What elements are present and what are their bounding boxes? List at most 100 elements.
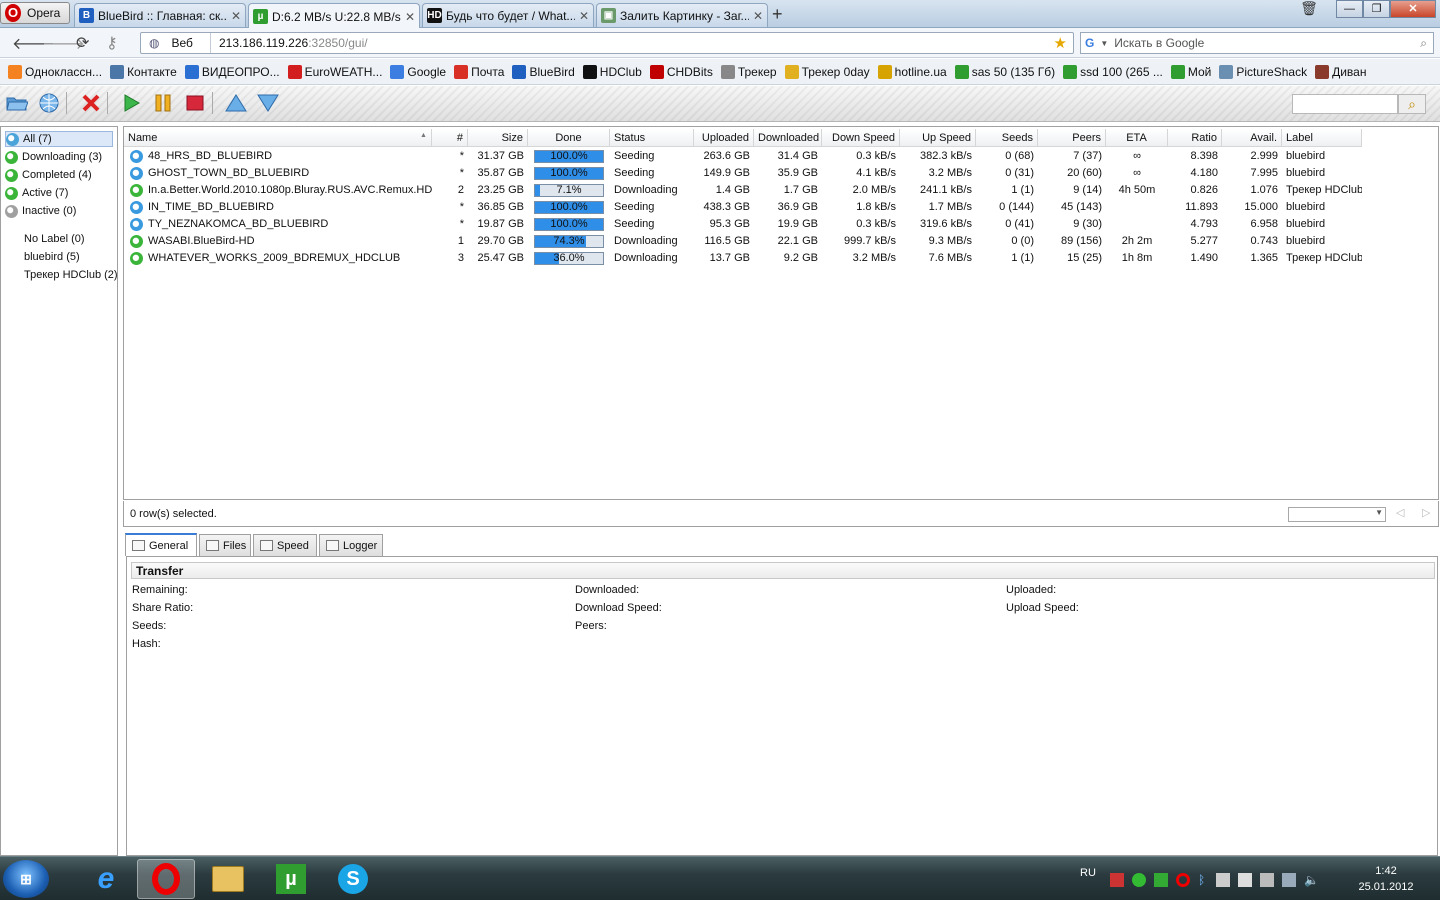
bookmark-item[interactable]: Диван	[1315, 64, 1366, 79]
google-search-field[interactable]: G ▼ Искать в Google ⌕	[1080, 32, 1434, 54]
column-header[interactable]: Uploaded	[694, 129, 754, 147]
stop-button[interactable]	[183, 92, 207, 114]
torrent-row[interactable]: GHOST_TOWN_BD_BLUEBIRD * 35.87 GB 100.0% See…	[124, 165, 1362, 182]
column-header[interactable]: Status	[610, 129, 694, 147]
tray-icon[interactable]	[1132, 873, 1146, 887]
taskbar-utorrent[interactable]: µ	[262, 859, 320, 899]
prev-page-icon[interactable]: ◁	[1396, 506, 1404, 519]
torrent-row[interactable]: TY_NEZNAKOMCA_BD_BLUEBIRD * 19.87 GB 100.0%…	[124, 216, 1362, 233]
category-item[interactable]: Active (7)	[5, 185, 68, 201]
pause-button[interactable]	[151, 92, 175, 114]
column-header[interactable]: ETA	[1106, 129, 1168, 147]
address-bar[interactable]: ◍ Веб 213.186.119.226:32850/gui/ ★	[140, 32, 1074, 54]
search-engine-dropdown-icon[interactable]: ▼	[1100, 39, 1108, 48]
category-item[interactable]: All (7)	[5, 131, 113, 147]
tray-icon[interactable]	[1154, 873, 1168, 887]
torrent-row[interactable]: IN_TIME_BD_BLUEBIRD * 36.85 GB 100.0% Seedin…	[124, 199, 1362, 216]
tab-speed[interactable]: Speed	[253, 534, 317, 556]
torrent-search-button[interactable]: ⌕	[1398, 94, 1426, 114]
bookmark-item[interactable]: BlueBird	[512, 64, 575, 79]
torrent-row[interactable]: 48_HRS_BD_BLUEBIRD * 31.37 GB 100.0% Seeding…	[124, 148, 1362, 165]
browser-tab[interactable]: ▣ Залить Картинку - Заг... ✕	[596, 3, 768, 27]
open-torrent-button[interactable]	[5, 92, 29, 114]
tray-icon[interactable]	[1260, 873, 1274, 887]
taskbar-ie[interactable]: e	[77, 859, 135, 899]
browser-tab[interactable]: µ D:6.2 MB/s U:22.8 MB/s... ✕	[248, 3, 420, 29]
bookmark-item[interactable]: ВИДЕОПРО...	[184, 64, 280, 79]
close-window-button[interactable]: ✕	[1390, 0, 1436, 18]
close-tab-icon[interactable]: ✕	[753, 9, 763, 23]
column-header[interactable]: Size	[468, 129, 528, 147]
column-header[interactable]: #	[432, 129, 468, 147]
system-clock[interactable]: 1:42 25.01.2012	[1354, 863, 1418, 895]
column-header[interactable]: Done	[528, 129, 610, 147]
close-tab-icon[interactable]: ✕	[231, 9, 241, 23]
move-up-button[interactable]	[224, 92, 248, 114]
column-header[interactable]: Down Speed	[822, 129, 900, 147]
category-item[interactable]: Completed (4)	[5, 167, 92, 183]
bookmark-item[interactable]: Мой	[1170, 64, 1211, 79]
opera-tray-icon[interactable]	[1176, 873, 1190, 887]
bookmark-item[interactable]: Контакте	[110, 64, 177, 79]
column-header[interactable]: Label	[1282, 129, 1362, 147]
torrent-row[interactable]: WHATEVER_WORKS_2009_BDREMUX_HDCLUB 3 25.47…	[124, 250, 1362, 267]
column-header[interactable]: Seeds	[976, 129, 1038, 147]
remove-button[interactable]	[79, 92, 103, 114]
network-icon[interactable]	[1282, 873, 1296, 887]
volume-icon[interactable]: 🔈	[1304, 873, 1319, 887]
bookmark-item[interactable]: PictureShack	[1219, 64, 1307, 79]
bookmark-item[interactable]: Трекер 0day	[784, 64, 870, 79]
bookmark-item[interactable]: Трекер	[720, 64, 777, 79]
opera-menu-button[interactable]: O Opera	[0, 2, 70, 24]
column-header[interactable]: Ratio	[1168, 129, 1222, 147]
bookmark-item[interactable]: hotline.ua	[877, 64, 947, 79]
move-down-button[interactable]	[256, 92, 280, 114]
new-tab-button[interactable]: +	[772, 4, 783, 25]
torrent-search-input[interactable]	[1292, 94, 1398, 114]
trash-icon[interactable]: 🗑	[1296, 0, 1322, 18]
taskbar-explorer[interactable]	[199, 859, 257, 899]
label-filter-item[interactable]: bluebird (5)	[24, 251, 80, 263]
language-indicator[interactable]: RU	[1080, 867, 1096, 879]
bluetooth-icon[interactable]: ᛒ	[1198, 873, 1208, 887]
close-tab-icon[interactable]: ✕	[579, 9, 589, 23]
taskbar-skype[interactable]: S	[324, 859, 382, 899]
bookmark-item[interactable]: Одноклассн...	[8, 64, 102, 79]
browser-tab[interactable]: B BlueBird :: Главная: ск... ✕	[74, 3, 246, 27]
browser-tab[interactable]: HD Будь что будет / What... ✕	[422, 3, 594, 27]
torrent-row[interactable]: WASABI.BlueBird-HD 1 29.70 GB 74.3% Download…	[124, 233, 1362, 250]
bookmark-item[interactable]: CHDBits	[649, 64, 713, 79]
start-button[interactable]: ⊞	[3, 860, 49, 898]
minimize-button[interactable]: —	[1336, 0, 1363, 18]
start-button[interactable]	[119, 92, 143, 114]
tab-general[interactable]: General	[125, 533, 197, 556]
bookmark-item[interactable]: HDClub	[582, 64, 642, 79]
bookmark-item[interactable]: Почта	[454, 64, 504, 79]
restore-button[interactable]: ❐	[1363, 0, 1390, 18]
reload-icon[interactable]: ⟳	[76, 33, 89, 53]
bookmark-item[interactable]: sas 50 (135 Гб)	[954, 64, 1055, 79]
bookmark-item[interactable]: ssd 100 (265 ...	[1063, 64, 1163, 79]
web-badge[interactable]: ◍ Веб	[141, 33, 211, 53]
tab-logger[interactable]: Logger	[319, 534, 383, 556]
bookmark-item[interactable]: EuroWEATH...	[287, 64, 382, 79]
column-header[interactable]: Name	[124, 129, 432, 147]
category-item[interactable]: Inactive (0)	[5, 203, 76, 219]
column-header[interactable]: Downloaded	[754, 129, 822, 147]
label-filter-item[interactable]: No Label (0)	[24, 233, 85, 245]
next-page-icon[interactable]: ▷	[1422, 506, 1430, 519]
column-header[interactable]: Peers	[1038, 129, 1106, 147]
column-header[interactable]: Avail.	[1222, 129, 1282, 147]
bookmark-item[interactable]: Google	[390, 64, 446, 79]
column-header[interactable]: Up Speed	[900, 129, 976, 147]
tray-icon[interactable]	[1238, 873, 1252, 887]
tab-files[interactable]: Files	[199, 534, 251, 556]
tray-icon[interactable]	[1216, 873, 1230, 887]
close-tab-icon[interactable]: ✕	[405, 10, 415, 24]
add-url-button[interactable]	[37, 92, 61, 114]
search-icon[interactable]: ⌕	[1420, 36, 1427, 51]
taskbar-opera[interactable]	[137, 859, 195, 899]
page-select[interactable]: ▼	[1288, 507, 1386, 522]
key-icon[interactable]: ⚷	[106, 33, 118, 53]
label-filter-item[interactable]: Трекер HDClub (2)	[24, 269, 118, 281]
